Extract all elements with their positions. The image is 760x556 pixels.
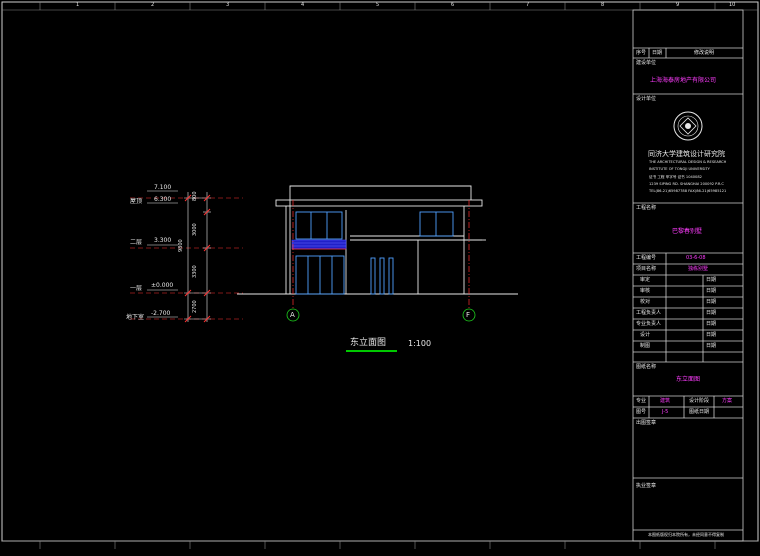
footer-note: 本图纸版权归本院所有，未经同意不得复制: [648, 532, 724, 537]
level-underlines: [147, 190, 178, 318]
axis-label-a: A: [290, 311, 295, 319]
title-block-frame: [632, 9, 744, 542]
ruler-number: 2: [151, 2, 155, 8]
designer-name: 同济大学建筑设计研究院: [648, 150, 725, 158]
level-value-basement: -2.700: [151, 310, 171, 317]
drawing-title: 东立面图: [350, 338, 387, 348]
no-label: 图号: [636, 409, 647, 415]
windows: [295, 211, 454, 295]
dim-text: 3000: [192, 223, 198, 236]
sign-date-label: 日期: [706, 288, 717, 294]
level-label-basement: 地下室: [126, 314, 145, 321]
university-seal: [673, 111, 703, 141]
drawing-scale: 1:100: [408, 339, 432, 348]
rev-header-no: 序号: [636, 50, 647, 56]
stage-value: 方案: [722, 398, 733, 404]
dim-text: 2700: [192, 300, 198, 313]
ruler-number: 6: [451, 2, 455, 8]
sign-row-label: 制图: [640, 343, 651, 349]
sign-date-label: 日期: [706, 310, 717, 316]
ruler-ticks: [39, 2, 716, 549]
rev-header-desc: 修改说明: [694, 50, 715, 56]
dim-text: 800: [192, 191, 198, 201]
level-label-1f: 一层: [130, 285, 143, 292]
balcony-band: [291, 239, 347, 250]
window-upper-right: [419, 211, 454, 237]
window-upper-left: [295, 211, 343, 240]
client-label: 建设单位: [636, 60, 657, 66]
axis-label-f: F: [466, 311, 471, 319]
rev-header-date: 日期: [652, 50, 663, 56]
no-value: J-5: [662, 409, 669, 415]
sign-date-label: 日期: [706, 343, 717, 349]
sign-date-label: 日期: [706, 332, 717, 338]
approve-label: 执业签章: [636, 483, 657, 489]
designer-en-4: 1239 SIPING RD. SHANGHAI 200092 P.R.C: [649, 182, 724, 186]
item-name: 独栋别墅: [688, 266, 709, 272]
project-label: 工程名称: [636, 205, 657, 211]
ruler-number: 1: [76, 2, 80, 8]
spec-label: 专业: [636, 398, 647, 404]
sign-date-label: 日期: [706, 277, 717, 283]
sign-row-label: 审核: [640, 288, 651, 294]
date2-label: 图纸日期: [689, 409, 710, 415]
sign-row-label: 审定: [640, 277, 651, 283]
level-lines: [130, 197, 243, 320]
designer-en-5: TEL(86-21)65987788 FAX(86-21)65985121: [649, 189, 727, 193]
project-no-label: 工程编号: [636, 255, 657, 261]
ruler-number: 10: [729, 2, 736, 8]
stage-label: 设计阶段: [689, 398, 710, 404]
designer-en-3: 证书 工程 甲字号 证书 1040082: [649, 175, 702, 179]
total-dim-text: 9800: [178, 239, 184, 252]
level-label-roof: 屋顶: [130, 198, 143, 205]
level-label-2f: 二层: [130, 239, 143, 246]
window-slit-1: [370, 257, 376, 295]
level-value-roof: 6.300: [154, 196, 172, 203]
ruler-number: 3: [226, 2, 230, 8]
item-label: 项目名称: [636, 266, 657, 272]
client-name: 上海海泰房地产有限公司: [650, 77, 717, 84]
window-slit-2: [379, 257, 385, 295]
project-name: 巴黎春别墅: [672, 228, 703, 235]
level-value-1f: ±0.000: [151, 282, 174, 289]
ruler-number: 8: [601, 2, 605, 8]
sign-row-label: 工程负责人: [636, 310, 662, 316]
level-value-roof-top: 7.100: [154, 184, 172, 191]
sign-row-label: 专业负责人: [636, 321, 662, 327]
axis-lines: [292, 200, 470, 308]
ruler-number: 4: [301, 2, 305, 8]
ruler-number: 9: [676, 2, 680, 8]
remarks-label: 出图签章: [636, 420, 657, 426]
project-no: 03-6-08: [686, 255, 706, 261]
level-value-2f: 3.300: [154, 237, 172, 244]
ruler-number: 7: [526, 2, 530, 8]
spec-value: 建筑: [660, 398, 671, 404]
drawing-name: 东立面图: [676, 376, 701, 383]
window-slit-3: [388, 257, 394, 295]
dim-text: 3300: [192, 265, 198, 278]
drawing-name-label: 图纸名称: [636, 364, 657, 370]
sign-date-label: 日期: [706, 321, 717, 327]
designer-en-1: THE ARCHITECTURAL DESIGN & RESEARCH: [649, 160, 727, 164]
sign-row-label: 校对: [640, 299, 651, 305]
sign-date-label: 日期: [706, 299, 717, 305]
designer-en-2: INSTITUTE OF TONGJI UNIVERSITY: [649, 167, 710, 171]
ruler-number: 5: [376, 2, 380, 8]
sign-row-label: 设计: [640, 332, 651, 338]
designer-label: 设计单位: [636, 96, 657, 102]
